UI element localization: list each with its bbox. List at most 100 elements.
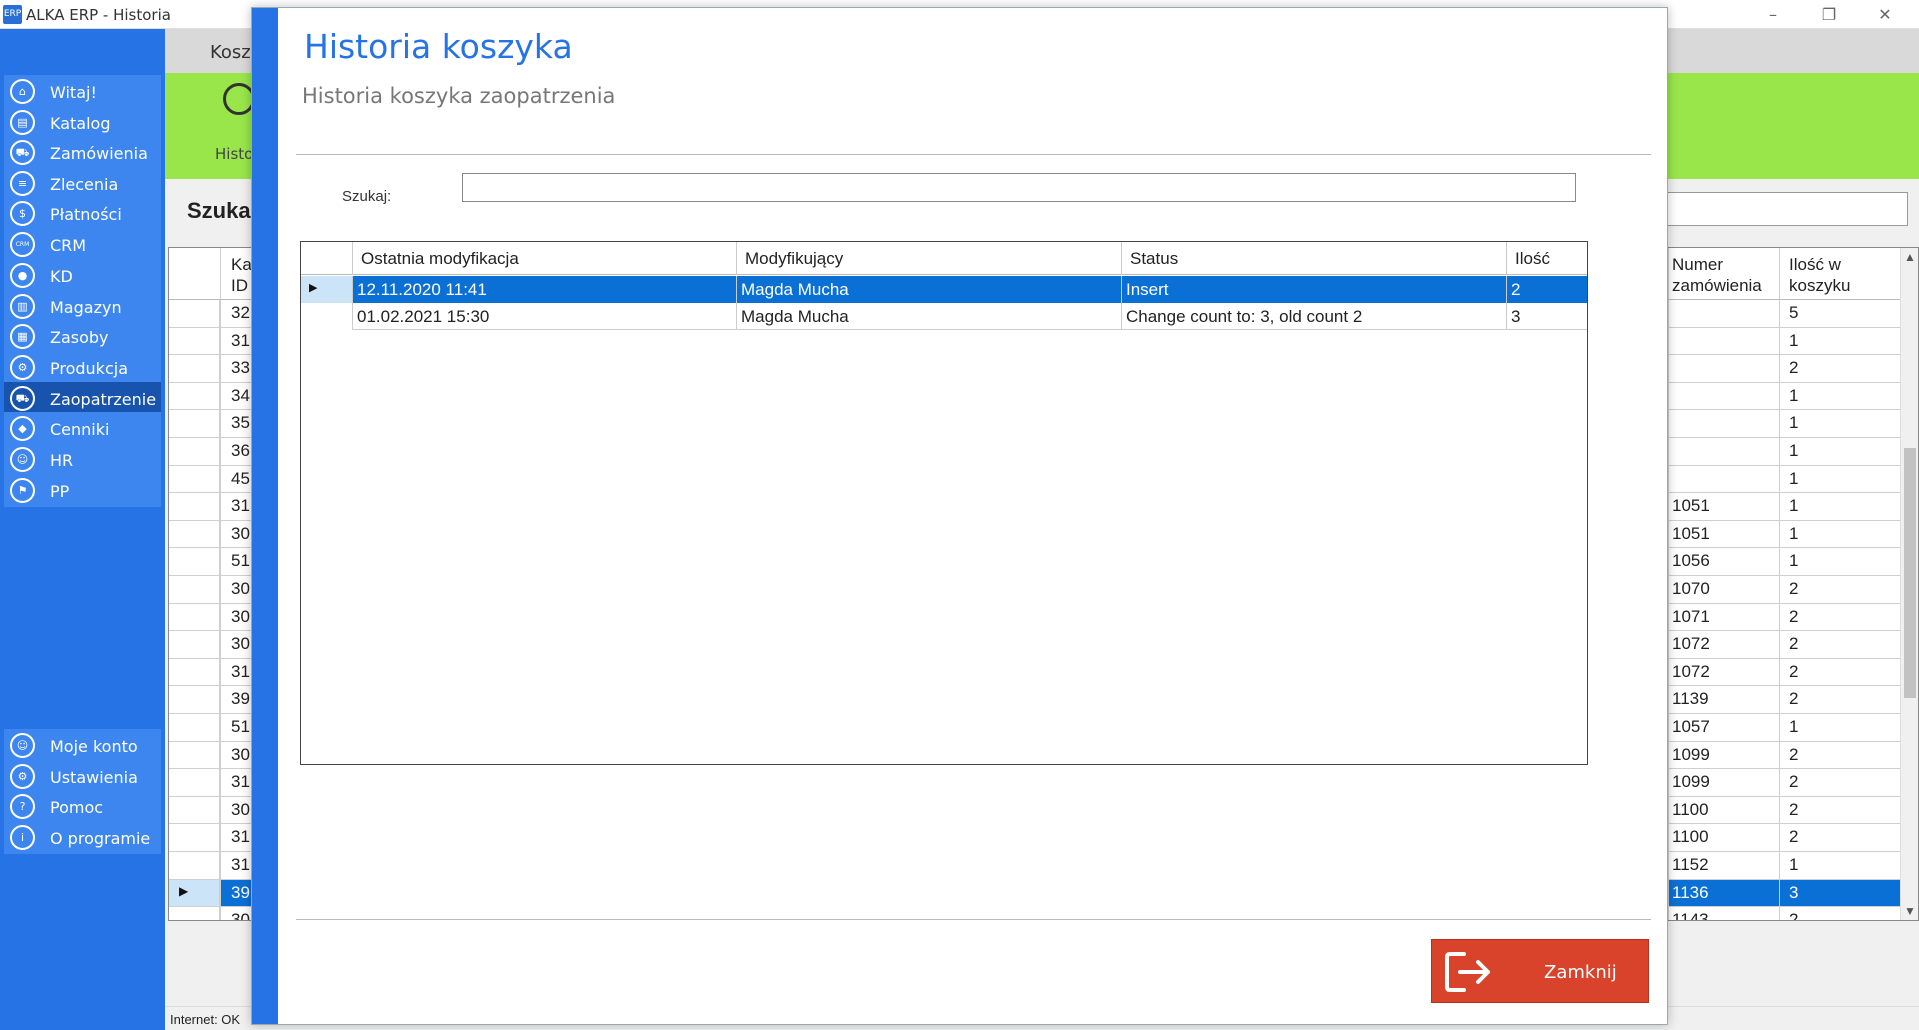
sidebar-item-zlecenia[interactable]: ≡ Zlecenia — [4, 167, 161, 200]
divider — [296, 919, 1651, 920]
sidebar-item-kd[interactable]: ● KD — [4, 259, 161, 292]
row-header[interactable]: ▶ — [169, 879, 220, 907]
sidebar-item-label: Ustawienia — [50, 768, 138, 787]
list-icon-glyph: ≡ — [17, 177, 28, 190]
row-header[interactable] — [169, 520, 220, 548]
sidebar-item-ustawienia[interactable]: ⚙ Ustawienia — [4, 760, 161, 793]
row-header[interactable] — [169, 548, 220, 575]
column-header-modified-by[interactable]: Modyfikujący — [736, 242, 1121, 275]
exit-icon — [1445, 952, 1490, 992]
info-icon-glyph: i — [20, 831, 25, 844]
sidebar-item-zasoby[interactable]: ▦ Zasoby — [4, 320, 161, 353]
cell-basket-qty: 2 — [1789, 606, 1799, 626]
sidebar-item-pp[interactable]: ⚑ PP — [4, 474, 161, 507]
cell-status: Change count to: 3, old count 2 — [1121, 303, 1506, 330]
table-row[interactable]: ▶ 12.11.2020 11:41 Magda Mucha Insert 2 — [301, 276, 1587, 303]
sidebar-item-label: Zaopatrzenie — [50, 390, 157, 409]
cell-order-number: 1072 — [1672, 661, 1710, 681]
scroll-down-icon[interactable]: ▼ — [1901, 904, 1918, 918]
row-header[interactable] — [169, 769, 220, 796]
sidebar-item-label: Płatności — [50, 205, 122, 224]
sidebar-item-zaopatrzenie[interactable]: ⛟ Zaopatrzenie — [4, 382, 161, 415]
pp-icon-glyph: ⚑ — [17, 484, 28, 497]
dialog-subtitle: Historia koszyka zaopatrzenia — [302, 84, 616, 108]
row-header[interactable] — [169, 603, 220, 631]
sidebar-item-witaj-[interactable]: ⌂ Witaj! — [4, 75, 161, 108]
sidebar-item-katalog[interactable]: ▤ Katalog — [4, 106, 161, 139]
row-header[interactable] — [169, 465, 220, 493]
cell-basket-qty: 2 — [1789, 827, 1799, 847]
search-input[interactable] — [462, 173, 1576, 202]
tag-icon: ◆ — [10, 416, 35, 441]
minimize-button[interactable]: – — [1745, 0, 1801, 29]
row-selected-icon: ▶ — [309, 282, 318, 294]
cell-order-number: 1100 — [1672, 827, 1709, 847]
sidebar-item-produkcja[interactable]: ⚙ Produkcja — [4, 351, 161, 384]
row-header[interactable] — [169, 907, 220, 920]
cell-id: 31 — [231, 496, 250, 516]
column-header-id[interactable]: Ka ID — [231, 254, 252, 296]
row-header[interactable] — [301, 303, 352, 330]
row-header[interactable] — [169, 796, 220, 824]
sidebar-item-label: O programie — [50, 829, 151, 848]
column-header-order-number[interactable]: Numer zamówienia — [1672, 254, 1762, 296]
cell-basket-qty: 2 — [1789, 579, 1799, 598]
cell-id: 51 — [231, 551, 250, 571]
row-header[interactable] — [169, 382, 220, 410]
row-header[interactable] — [169, 852, 220, 879]
column-header-status[interactable]: Status — [1121, 242, 1506, 275]
column-header-quantity[interactable]: Ilość — [1506, 242, 1587, 275]
help-icon: ? — [10, 794, 35, 819]
hr-icon-glyph: ☺ — [16, 453, 29, 466]
column-header-last-modified[interactable]: Ostatnia modyfikacja — [352, 242, 736, 275]
row-header[interactable] — [169, 355, 220, 382]
sidebar-item-zamówienia[interactable]: ⛟ Zamówienia — [4, 136, 161, 169]
sidebar-item-moje-konto[interactable]: ☺ Moje konto — [4, 729, 161, 762]
row-header[interactable] — [169, 824, 220, 851]
settings-icon: ⚙ — [10, 764, 35, 789]
close-button[interactable]: Zamknij — [1431, 939, 1649, 1003]
row-header[interactable] — [169, 327, 220, 355]
table-row[interactable]: 01.02.2021 15:30 Magda Mucha Change count … — [301, 303, 1587, 330]
row-header[interactable] — [169, 741, 220, 769]
search-label: Szukaj: — [342, 188, 392, 205]
dialog-accent-bar — [252, 8, 278, 1024]
tab-koszyk[interactable]: Kosz — [210, 42, 251, 63]
sidebar-item-hr[interactable]: ☺ HR — [4, 443, 161, 476]
row-header[interactable] — [169, 714, 220, 741]
cell-basket-qty: 1 — [1789, 523, 1799, 543]
row-header[interactable] — [169, 631, 220, 658]
background-search-input[interactable] — [1660, 192, 1908, 226]
cell-order-number: 1136 — [1672, 882, 1709, 902]
cell-id: 30 — [231, 579, 250, 598]
sidebar-item-płatności[interactable]: $ Płatności — [4, 197, 161, 230]
cell-basket-qty: 2 — [1789, 634, 1799, 654]
sidebar-item-label: Zlecenia — [50, 175, 119, 194]
row-header[interactable] — [169, 438, 220, 465]
scrollbar-thumb[interactable] — [1904, 448, 1916, 698]
sidebar-item-crm[interactable]: CRM CRM — [4, 228, 161, 261]
row-header[interactable] — [169, 410, 220, 437]
scroll-up-icon[interactable]: ▲ — [1901, 250, 1918, 264]
sidebar-item-cenniki[interactable]: ◆ Cenniki — [4, 412, 161, 445]
sidebar-item-pomoc[interactable]: ? Pomoc — [4, 790, 161, 823]
ribbon-history-label[interactable]: Histo — [215, 145, 253, 163]
background-grid-scrollbar[interactable]: ▲ ▼ — [1900, 248, 1918, 920]
column-header-basket-qty[interactable]: Ilość w koszyku — [1789, 254, 1850, 296]
row-header[interactable] — [169, 576, 220, 603]
home-icon: ⌂ — [10, 79, 35, 104]
warehouse-icon-glyph: ▥ — [17, 300, 28, 313]
row-header[interactable]: ▶ — [301, 276, 352, 303]
row-header[interactable] — [169, 686, 220, 713]
row-header[interactable] — [169, 300, 220, 327]
row-header[interactable] — [169, 658, 220, 686]
cell-basket-qty: 1 — [1789, 441, 1799, 460]
sidebar-item-o-programie[interactable]: i O programie — [4, 821, 161, 854]
close-window-button[interactable]: ✕ — [1857, 0, 1913, 29]
cell-id: 30 — [231, 634, 250, 654]
dollar-icon-glyph: $ — [19, 207, 26, 220]
row-header[interactable] — [169, 493, 220, 520]
maximize-button[interactable]: ❐ — [1801, 0, 1857, 29]
sidebar-item-label: KD — [50, 267, 73, 286]
sidebar-item-magazyn[interactable]: ▥ Magazyn — [4, 290, 161, 323]
